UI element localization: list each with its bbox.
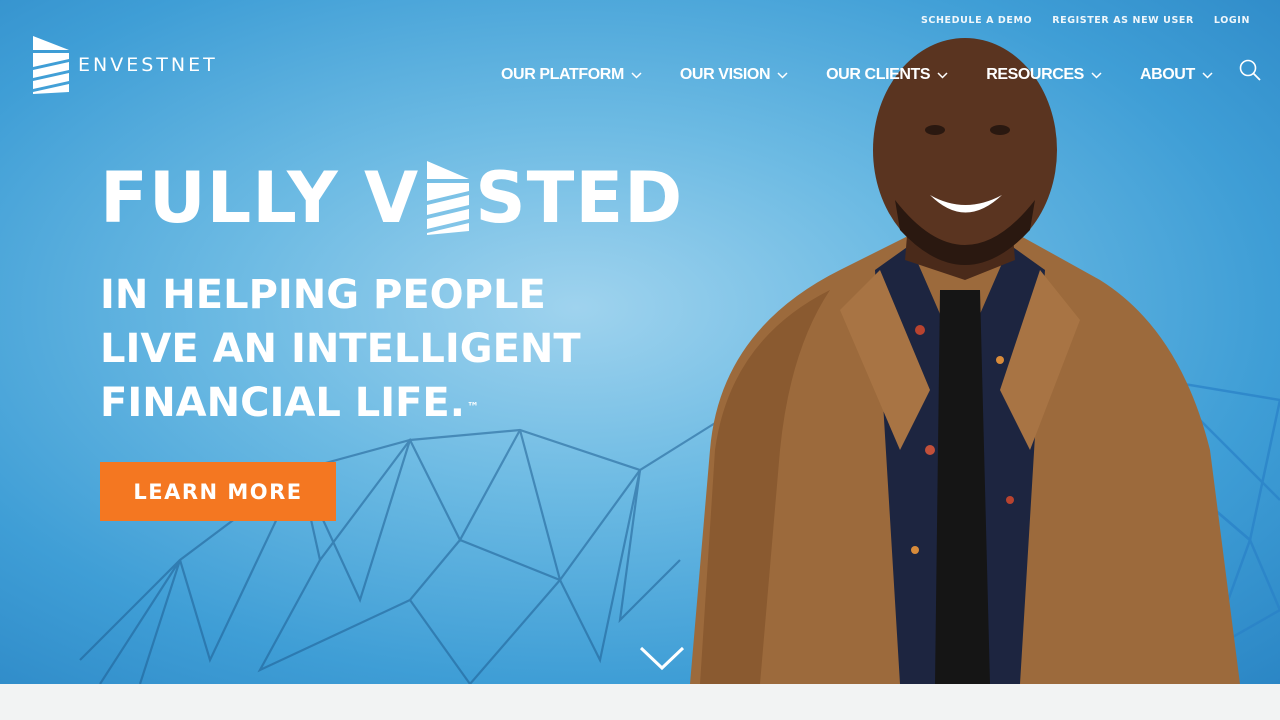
nav-item-resources[interactable]: RESOURCES (986, 66, 1102, 84)
chevron-down-icon (1091, 71, 1102, 79)
chevron-down-icon (1202, 71, 1213, 79)
trademark-symbol: ™ (466, 400, 479, 414)
nav-label: OUR VISION (679, 66, 771, 83)
nav-item-our-vision[interactable]: OUR VISION (680, 66, 788, 84)
chevron-down-icon (777, 71, 788, 79)
hero-headline: FULLY V STED (100, 160, 683, 236)
main-nav: OUR PLATFORM OUR VISION OUR CLIENTS RESO… (501, 66, 1213, 84)
nav-item-our-platform[interactable]: OUR PLATFORM (501, 66, 642, 84)
headline-part-1: FULLY V (100, 157, 420, 239)
tagline-line-3: FINANCIAL LIFE. ™ (100, 376, 581, 430)
schedule-demo-link[interactable]: SCHEDULE A DEMO (921, 15, 1032, 26)
nav-label: OUR CLIENTS (826, 66, 931, 83)
nav-label: ABOUT (1139, 66, 1195, 83)
below-fold-section (0, 684, 1280, 720)
hero-banner: SCHEDULE A DEMO REGISTER AS NEW USER LOG… (0, 0, 1280, 684)
smiling-man-photo (690, 38, 1240, 684)
login-link[interactable]: LOGIN (1214, 15, 1250, 26)
logo-wordmark: ENVESTNET (78, 54, 218, 76)
register-new-user-link[interactable]: REGISTER AS NEW USER (1052, 15, 1194, 26)
envestnet-e-mark-icon (427, 161, 470, 235)
nav-label: OUR PLATFORM (501, 66, 624, 83)
scroll-down-chevron-icon[interactable] (638, 644, 686, 672)
chevron-down-icon (631, 71, 642, 79)
chevron-down-icon (937, 71, 948, 79)
learn-more-button[interactable]: LEARN MORE (100, 462, 336, 521)
hero-tagline: IN HELPING PEOPLE LIVE AN INTELLIGENT FI… (100, 268, 581, 430)
nav-label: RESOURCES (986, 66, 1084, 83)
tagline-line-1: IN HELPING PEOPLE (100, 272, 546, 318)
envestnet-logo-icon (33, 36, 69, 94)
search-icon[interactable] (1238, 58, 1262, 82)
nav-item-about[interactable]: ABOUT (1140, 66, 1213, 84)
envestnet-logo[interactable]: ENVESTNET (33, 36, 218, 94)
tagline-line-3-text: FINANCIAL LIFE. (100, 380, 465, 426)
nav-item-our-clients[interactable]: OUR CLIENTS (826, 66, 948, 84)
utility-nav: SCHEDULE A DEMO REGISTER AS NEW USER LOG… (921, 15, 1250, 26)
tagline-line-2: LIVE AN INTELLIGENT (100, 326, 581, 372)
headline-part-2: STED (475, 157, 684, 239)
